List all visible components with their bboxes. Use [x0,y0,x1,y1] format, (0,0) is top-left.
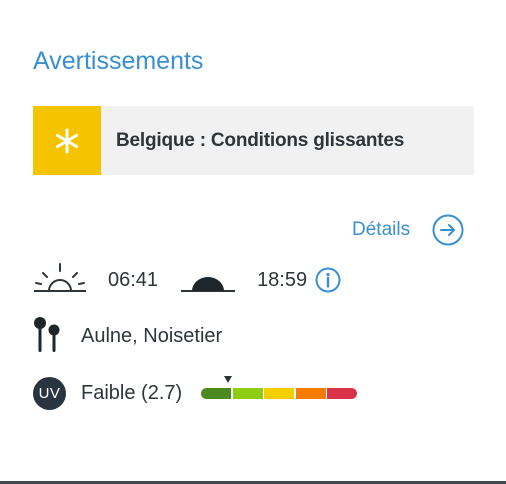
uv-text: Faible (2.7) [81,381,183,404]
uv-scale-segment [201,388,231,399]
arrow-right-circle-icon [432,214,464,246]
details-label: Détails [352,219,411,240]
snowflake-icon [33,106,101,175]
uv-scale-segment [295,388,326,399]
warning-text: Belgique : Conditions glissantes [116,129,405,151]
pollen-row: Aulne, Noisetier [33,316,222,356]
pollen-icon [33,315,63,358]
uv-row: UV Faible (2.7) [33,374,182,412]
sunset-time: 18:59 [257,268,308,291]
warnings-title: Avertissements [33,47,204,75]
details-link[interactable]: Détails [352,214,464,246]
uv-badge: UV [33,376,66,410]
sunrise-time: 06:41 [108,268,159,291]
pollen-text: Aulne, Noisetier [81,324,223,347]
uv-marker [224,376,232,383]
sunrise-icon [33,261,87,300]
warning-item[interactable]: Belgique : Conditions glissantes [33,106,474,175]
info-icon[interactable] [315,267,341,293]
uv-scale-segment [264,388,294,399]
uv-scale-segment [232,388,263,399]
sun-times: 06:41 18:59 [33,258,341,302]
sunset-icon [180,261,236,300]
uv-scale [201,376,357,400]
uv-scale-segment [327,388,357,399]
